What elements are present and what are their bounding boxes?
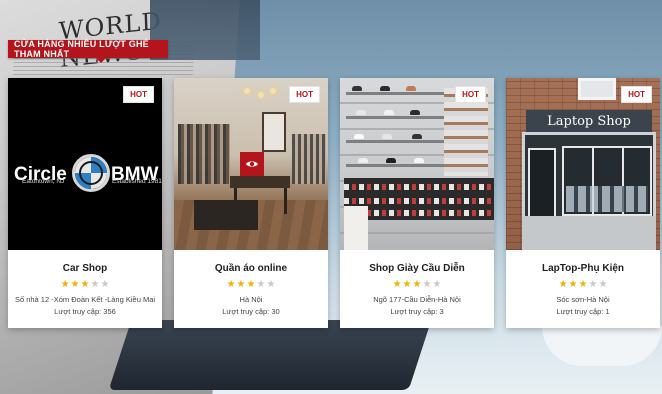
- shop-name[interactable]: Quần áo online: [174, 263, 328, 274]
- shop-name[interactable]: Car Shop: [8, 263, 162, 274]
- shop-card-laptop[interactable]: Laptop Shop HOT LapTop-Phụ Kiện ★ ★ ★ ★ ★ Só…: [506, 78, 660, 328]
- background-cup: [542, 326, 662, 366]
- rating-stars: ★ ★ ★ ★ ★: [8, 279, 162, 290]
- shop-thumbnail[interactable]: Circle BMW Eatontown, NJ Established 198…: [8, 78, 162, 250]
- star-icon: ★: [100, 279, 110, 290]
- star-icon: ★: [80, 279, 90, 290]
- shop-visits: Lượt truy cập: 356: [54, 307, 116, 316]
- shop-name[interactable]: LapTop-Phụ Kiện: [506, 263, 660, 274]
- shop-thumbnail[interactable]: HOT: [174, 78, 328, 250]
- hot-badge: HOT: [123, 86, 154, 103]
- star-icon: ★: [422, 279, 432, 290]
- shop-thumbnail[interactable]: HOT: [340, 78, 494, 250]
- shop-card-clothes[interactable]: HOT Quần áo online ★ ★ ★ ★ ★ Hà Nội Lượt tru…: [174, 78, 328, 328]
- star-icon: ★: [266, 279, 276, 290]
- shop-address: Ngõ 177-Cầu Diễn-Hà Nội: [373, 295, 461, 304]
- shop-address: Hà Nội: [239, 295, 263, 304]
- background-laptop: [108, 320, 432, 390]
- star-icon: ★: [392, 279, 402, 290]
- star-icon: ★: [236, 279, 246, 290]
- bmw-logo-icon: [72, 154, 110, 192]
- star-icon: ★: [60, 279, 70, 290]
- star-icon: ★: [598, 279, 608, 290]
- star-icon: ★: [412, 279, 422, 290]
- hot-badge: HOT: [289, 86, 320, 103]
- shop-thumbnail[interactable]: Laptop Shop HOT: [506, 78, 660, 250]
- shop-info: Quần áo online ★ ★ ★ ★ ★ Hà Nội Lượt truy cậ…: [174, 250, 328, 328]
- star-icon: ★: [578, 279, 588, 290]
- star-icon: ★: [558, 279, 568, 290]
- shop-card-shoes[interactable]: HOT Shop Giày Cầu Diễn ★ ★ ★ ★ ★ Ngõ 177-Cầu…: [340, 78, 494, 328]
- star-icon: ★: [568, 279, 578, 290]
- shop-visits: Lượt truy cập: 3: [390, 307, 444, 316]
- shop-address: Sóc sơn-Hà Nội: [556, 295, 610, 304]
- bmw-caption-right: Established 1981: [112, 178, 162, 185]
- section-title-ribbon: CỬA HÀNG NHIỀU LƯỢT GHÉ THAM NHẤT: [8, 39, 168, 63]
- shop-card-car-shop[interactable]: Circle BMW Eatontown, NJ Established 198…: [8, 78, 162, 328]
- star-icon: ★: [70, 279, 80, 290]
- shop-info: LapTop-Phụ Kiện ★ ★ ★ ★ ★ Sóc sơn-Hà Nội Lượ…: [506, 250, 660, 328]
- star-icon: ★: [90, 279, 100, 290]
- star-icon: ★: [256, 279, 266, 290]
- star-icon: ★: [402, 279, 412, 290]
- shop-visits: Lượt truy cập: 30: [222, 307, 280, 316]
- star-icon: ★: [432, 279, 442, 290]
- shop-info: Shop Giày Cầu Diễn ★ ★ ★ ★ ★ Ngõ 177-Cầu Diễ…: [340, 250, 494, 328]
- shop-info: Car Shop ★ ★ ★ ★ ★ Số nhà 12 -Xóm Đoàn Kết -…: [8, 250, 162, 328]
- rating-stars: ★ ★ ★ ★ ★: [506, 279, 660, 290]
- shop-visits: Lượt truy cập: 1: [556, 307, 610, 316]
- star-icon: ★: [588, 279, 598, 290]
- shop-name[interactable]: Shop Giày Cầu Diễn: [340, 263, 494, 274]
- star-icon: ★: [226, 279, 236, 290]
- rating-stars: ★ ★ ★ ★ ★: [340, 279, 494, 290]
- hot-badge: HOT: [455, 86, 486, 103]
- rating-stars: ★ ★ ★ ★ ★: [174, 279, 328, 290]
- bmw-caption-left: Eatontown, NJ: [22, 178, 65, 185]
- laptop-shop-sign: Laptop Shop: [526, 110, 652, 132]
- shop-address: Số nhà 12 -Xóm Đoàn Kết -Làng Kiều Mai: [14, 295, 156, 304]
- star-icon: ★: [246, 279, 256, 290]
- eye-icon[interactable]: [240, 152, 264, 176]
- shop-cards: Circle BMW Eatontown, NJ Established 198…: [8, 78, 660, 330]
- hot-badge: HOT: [621, 86, 652, 103]
